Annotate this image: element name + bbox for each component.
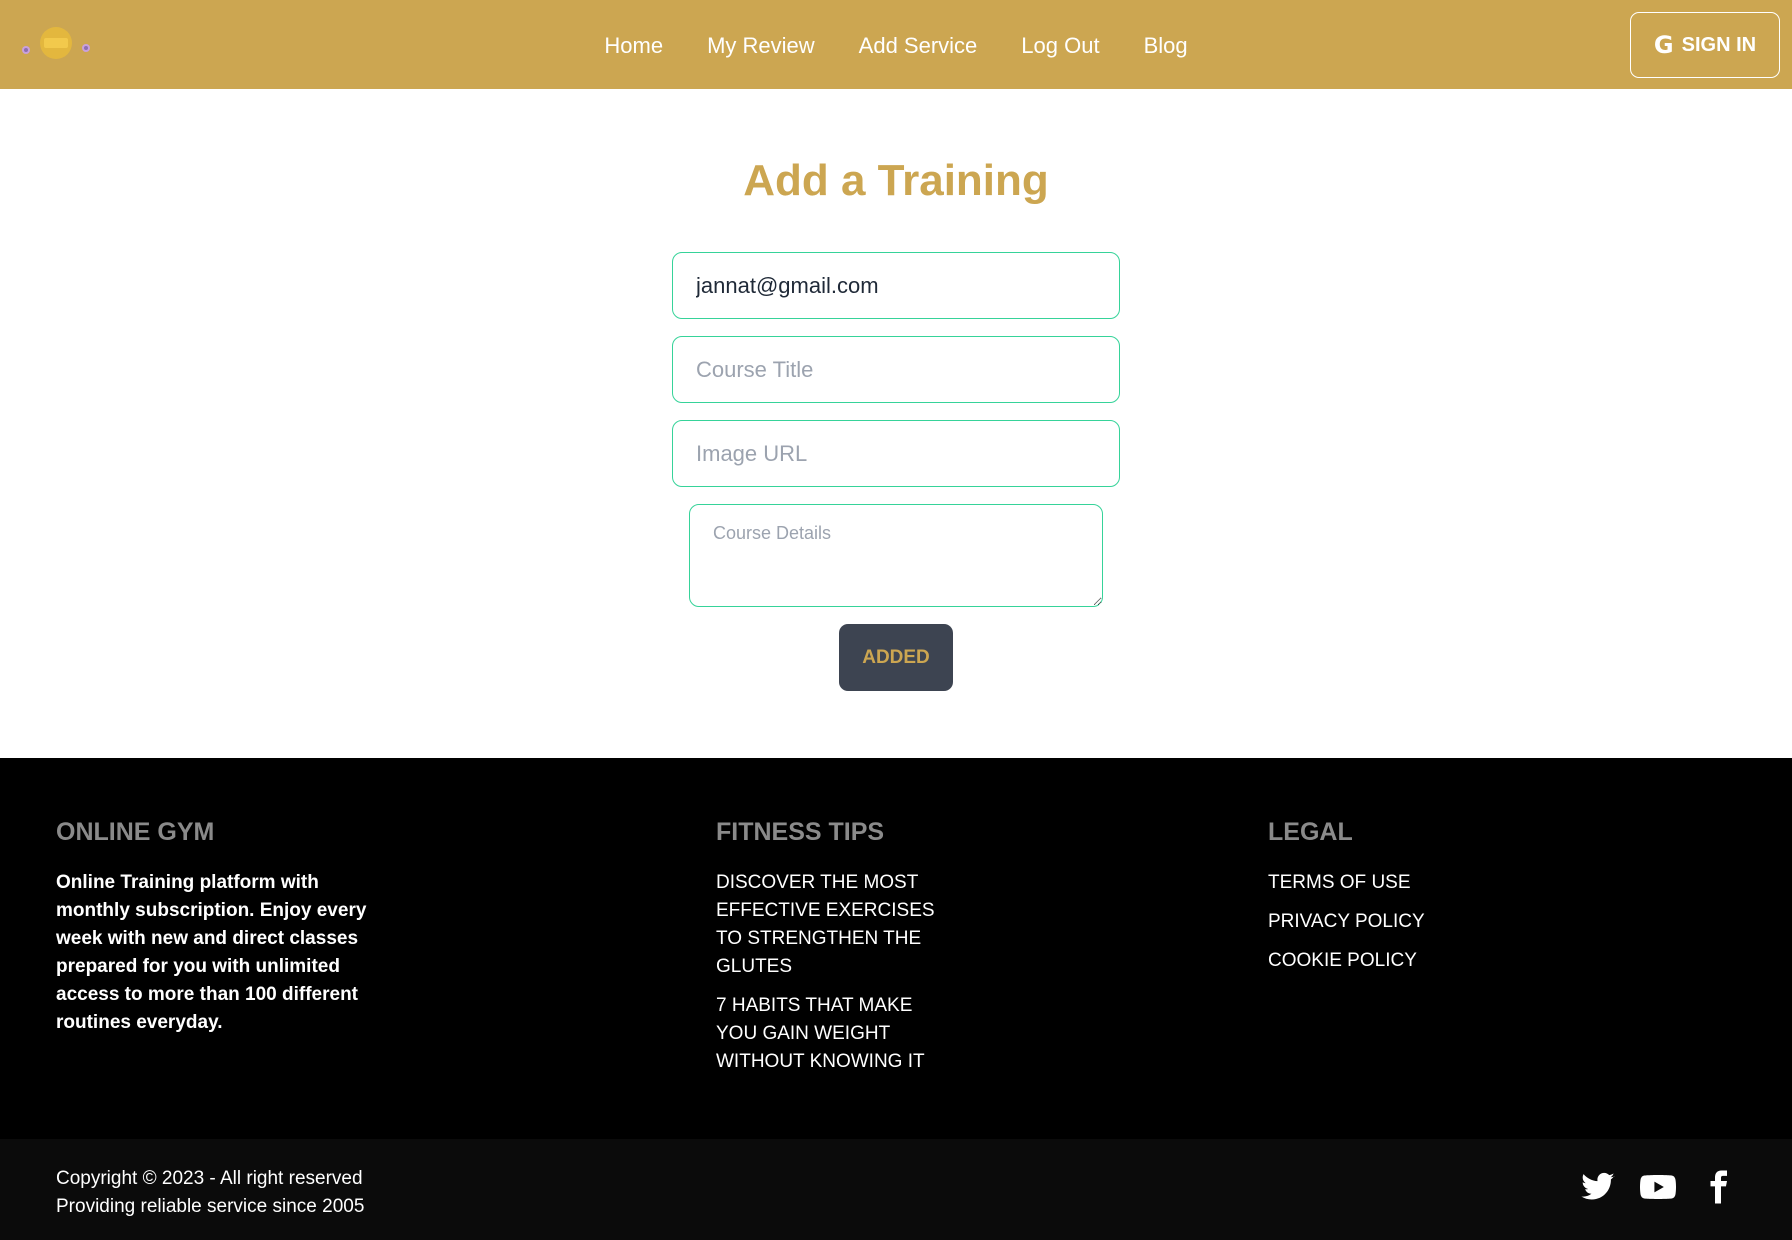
footer-link-cookie[interactable]: COOKIE POLICY <box>1268 947 1528 975</box>
footer-heading-legal: LEGAL <box>1268 818 1353 846</box>
navbar: Home My Review Add Service Log Out Blog … <box>0 0 1792 89</box>
nav-menu: Home My Review Add Service Log Out Blog <box>0 0 1792 89</box>
facebook-icon[interactable] <box>1700 1169 1736 1205</box>
nav-link-blog[interactable]: Blog <box>1144 33 1188 59</box>
copyright-line: Copyright © 2023 - All right reserved <box>56 1168 363 1189</box>
page-title: Add a Training <box>743 156 1049 205</box>
footer-heading-online-gym: ONLINE GYM <box>56 818 215 846</box>
google-icon: G <box>1653 31 1674 59</box>
footer-heading-fitness-tips: FITNESS TIPS <box>716 818 885 846</box>
footer-link-terms[interactable]: TERMS OF USE <box>1268 869 1528 897</box>
footer-link-glutes-exercises[interactable]: DISCOVER THE MOST EFFECTIVE EXERCISES TO… <box>716 869 946 981</box>
added-button[interactable]: ADDED <box>839 624 953 691</box>
email-field[interactable] <box>672 252 1120 319</box>
nav-link-log-out[interactable]: Log Out <box>1021 33 1099 59</box>
image-url-input[interactable] <box>672 420 1120 487</box>
nav-link-my-review[interactable]: My Review <box>707 33 815 59</box>
footer-bottom-bar: Copyright © 2023 - All right reserved Pr… <box>0 1139 1792 1240</box>
sign-in-button[interactable]: G SIGN IN <box>1630 12 1780 78</box>
footer-column-fitness-tips: FITNESS TIPS DISCOVER THE MOST EFFECTIVE… <box>716 818 946 1087</box>
twitter-icon[interactable] <box>1580 1169 1616 1205</box>
logo-icon[interactable] <box>16 18 96 68</box>
social-links <box>1580 1169 1736 1205</box>
youtube-icon[interactable] <box>1640 1169 1676 1205</box>
service-since-line: Providing reliable service since 2005 <box>56 1196 365 1217</box>
footer-description: Online Training platform with monthly su… <box>56 872 367 1033</box>
sign-in-label: SIGN IN <box>1681 33 1757 56</box>
footer-column-online-gym: ONLINE GYM Online Training platform with… <box>56 818 396 1037</box>
footer-link-privacy[interactable]: PRIVACY POLICY <box>1268 908 1528 936</box>
footer: ONLINE GYM Online Training platform with… <box>0 758 1792 1139</box>
course-details-textarea[interactable] <box>689 504 1103 607</box>
copyright: Copyright © 2023 - All right reserved Pr… <box>56 1165 364 1221</box>
nav-link-add-service[interactable]: Add Service <box>859 33 978 59</box>
footer-column-legal: LEGAL TERMS OF USE PRIVACY POLICY COOKIE… <box>1268 818 1528 986</box>
course-title-input[interactable] <box>672 336 1120 403</box>
footer-link-weight-habits[interactable]: 7 HABITS THAT MAKE YOU GAIN WEIGHT WITHO… <box>716 992 946 1076</box>
nav-link-home[interactable]: Home <box>604 33 663 59</box>
